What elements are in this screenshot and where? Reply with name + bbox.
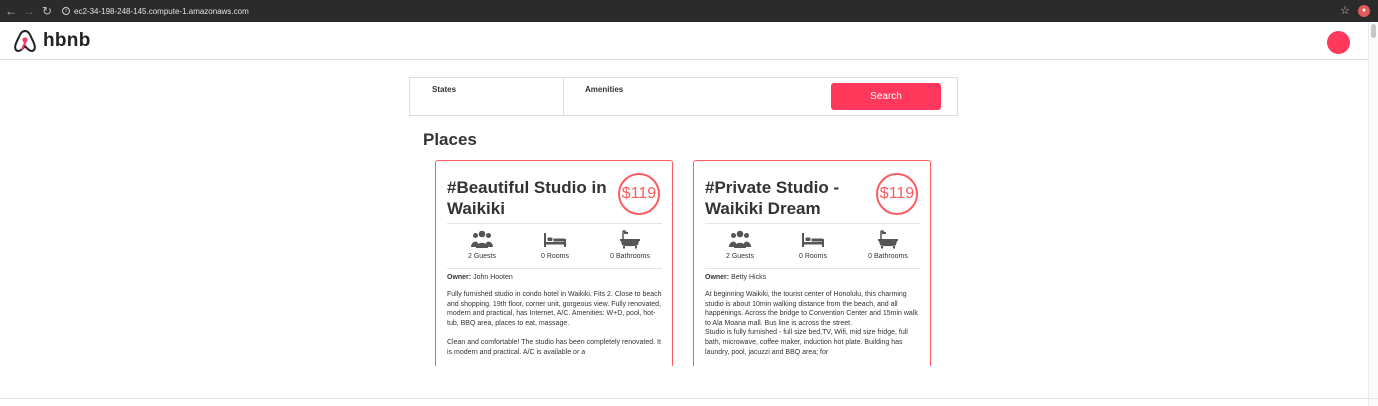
reload-icon[interactable]: ↻ <box>40 4 54 18</box>
back-arrow-icon[interactable]: ← <box>4 4 18 18</box>
places-list: #Beautiful Studio in Waikiki $119 2 Gues… <box>430 158 950 366</box>
owner-name: John Hooten <box>473 274 513 281</box>
rooms-label: 0 Rooms <box>540 253 569 260</box>
owner-label: Owner: <box>447 274 472 281</box>
amenities-filter[interactable]: Amenities <box>564 78 724 115</box>
place-description: At beginning Waikiki, the tourist center… <box>705 290 923 366</box>
divider <box>0 398 1378 399</box>
browser-toolbar: ← → ↻ i ec2-34-198-248-145.compute-1.ama… <box>0 0 1378 22</box>
bathrooms-info: 0 Bathrooms <box>595 229 665 260</box>
description-paragraph: Studio is fully furnished - full size be… <box>705 329 908 356</box>
owner-name: Betty Hicks <box>731 274 767 281</box>
logo-icon <box>14 29 36 52</box>
bathrooms-info: 0 Bathrooms <box>853 229 923 260</box>
price-badge: $119 <box>876 173 918 215</box>
price-badge: $119 <box>618 173 660 215</box>
owner-line: Owner: Betty Hicks <box>705 274 766 281</box>
logo[interactable]: hbnb <box>12 28 91 54</box>
description-paragraph: At beginning Waikiki, the tourist center… <box>705 291 918 327</box>
rooms-info: 0 Rooms <box>778 229 848 260</box>
bathrooms-label: 0 Bathrooms <box>610 253 650 260</box>
owner-line: Owner: John Hooten <box>447 274 513 281</box>
address-bar[interactable]: i ec2-34-198-248-145.compute-1.amazonaws… <box>62 7 249 16</box>
scrollbar[interactable] <box>1368 22 1378 406</box>
place-info: 2 Guests 0 Rooms 0 Bathrooms <box>447 223 662 269</box>
search-button[interactable]: Search <box>831 83 941 110</box>
description-paragraph: Fully furnished studio in condo hotel in… <box>447 291 662 327</box>
place-name: #Private Studio - Waikiki Dream <box>705 178 840 218</box>
forward-arrow-icon[interactable]: → <box>22 4 36 18</box>
place-card: #Beautiful Studio in Waikiki $119 2 Gues… <box>435 160 673 366</box>
description-paragraph: Clean and comfortable! The studio has be… <box>447 338 661 356</box>
place-info: 2 Guests 0 Rooms 0 Bathrooms <box>705 223 920 269</box>
guests-info: 2 Guests <box>705 229 775 260</box>
place-card: #Private Studio - Waikiki Dream $119 2 G… <box>693 160 931 366</box>
logo-text: hbnb <box>43 30 91 51</box>
guests-info: 2 Guests <box>447 229 517 260</box>
bed-icon <box>802 233 824 247</box>
extension-icon[interactable]: ● <box>1358 4 1370 17</box>
states-filter[interactable]: States <box>410 78 564 115</box>
place-description: Fully furnished studio in condo hotel in… <box>447 290 665 366</box>
places-title: Places <box>423 130 477 149</box>
scrollbar-thumb[interactable] <box>1371 24 1376 38</box>
filters-panel: States Amenities Search <box>409 77 958 116</box>
owner-label: Owner: <box>705 274 730 281</box>
rooms-label: 0 Rooms <box>798 253 827 260</box>
url-text[interactable]: ec2-34-198-248-145.compute-1.amazonaws.c… <box>74 7 249 16</box>
place-name: #Beautiful Studio in Waikiki <box>447 178 607 218</box>
bathtub-icon <box>878 230 898 249</box>
info-icon[interactable]: i <box>62 7 70 15</box>
amenities-filter-title: Amenities <box>585 85 624 94</box>
header-status-icon <box>1327 31 1350 54</box>
bathtub-icon <box>620 230 640 249</box>
states-filter-title: States <box>432 85 457 94</box>
guests-icon <box>729 230 751 248</box>
rooms-info: 0 Rooms <box>520 229 590 260</box>
guests-label: 2 Guests <box>725 253 754 260</box>
site-header: hbnb <box>0 22 1368 60</box>
guests-label: 2 Guests <box>467 253 496 260</box>
star-icon[interactable]: ☆ <box>1340 4 1350 17</box>
bathrooms-label: 0 Bathrooms <box>868 253 908 260</box>
guests-icon <box>471 230 493 248</box>
bed-icon <box>544 233 566 247</box>
